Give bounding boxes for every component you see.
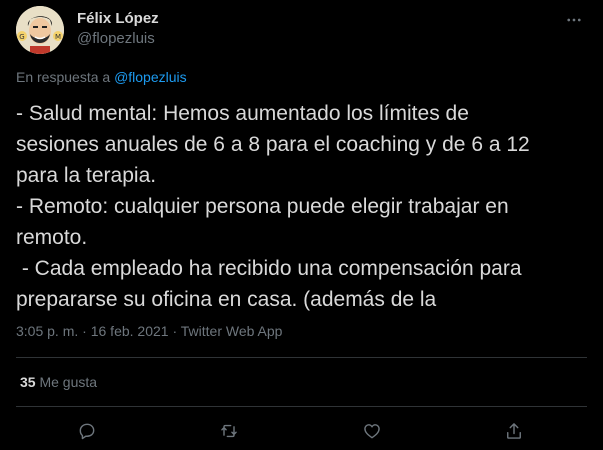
retweet-icon bbox=[221, 424, 237, 438]
svg-text:M: M bbox=[55, 33, 61, 41]
reply-icon bbox=[79, 423, 95, 440]
reply-prefix: En respuesta a bbox=[16, 69, 111, 85]
avatar[interactable]: G M bbox=[16, 6, 64, 54]
tweet-source[interactable]: Twitter Web App bbox=[181, 323, 283, 339]
caricature-avatar-icon: G M bbox=[16, 6, 64, 54]
tweet-text: - Salud mental: Hemos aumentado los lími… bbox=[16, 102, 530, 311]
author-display-name[interactable]: Félix López bbox=[77, 10, 159, 28]
likes-label: Me gusta bbox=[39, 374, 98, 390]
tweet-detail: G M Félix López @flopezluis En respuesta… bbox=[0, 0, 603, 450]
likes-stat[interactable]: 35 Me gusta bbox=[20, 374, 97, 391]
reply-context: En respuesta a @flopezluis bbox=[16, 69, 187, 86]
meta-separator: · bbox=[168, 323, 181, 339]
tweet-metadata: 3:05 p. m. · 16 feb. 2021 · Twitter Web … bbox=[16, 323, 282, 340]
svg-text:G: G bbox=[19, 33, 24, 41]
reply-mention-link[interactable]: @flopezluis bbox=[114, 69, 187, 85]
share-button[interactable] bbox=[503, 420, 525, 442]
more-options-button[interactable] bbox=[562, 8, 586, 32]
more-horizontal-icon bbox=[567, 18, 581, 22]
share-icon bbox=[507, 423, 521, 439]
divider bbox=[16, 357, 587, 358]
tweet-date-link[interactable]: 16 feb. 2021 bbox=[91, 323, 169, 339]
like-icon bbox=[364, 424, 380, 439]
divider bbox=[16, 406, 587, 407]
tweet-time-link[interactable]: 3:05 p. m. bbox=[16, 323, 78, 339]
reply-button[interactable] bbox=[76, 420, 98, 442]
like-button[interactable] bbox=[361, 420, 383, 442]
retweet-button[interactable] bbox=[218, 420, 240, 442]
author-handle[interactable]: @flopezluis bbox=[77, 30, 155, 48]
likes-count: 35 bbox=[20, 374, 36, 390]
meta-separator: · bbox=[78, 323, 91, 339]
